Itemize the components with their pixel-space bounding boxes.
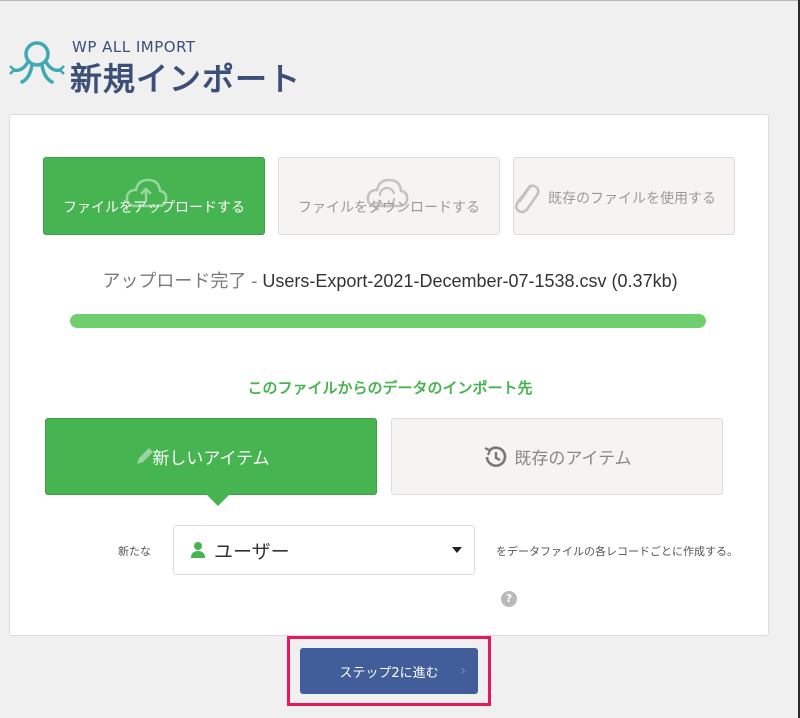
- history-icon: [484, 445, 507, 467]
- paperclip-icon: [515, 184, 540, 214]
- user-icon: [191, 542, 205, 558]
- next-step-button[interactable]: ステップ2に進む ›: [300, 648, 478, 694]
- status-separator: -: [246, 271, 263, 291]
- upload-file-label: ファイルをアップロードする: [63, 200, 245, 216]
- upload-complete-label: アップロード完了: [102, 271, 247, 291]
- help-icon[interactable]: ?: [501, 591, 517, 607]
- chevron-right-icon: ›: [460, 663, 466, 679]
- new-items-button[interactable]: 新しいアイテム: [45, 418, 377, 506]
- upload-progress-bar: [70, 314, 706, 328]
- use-existing-file-label: 既存のファイルを使用する: [548, 191, 716, 207]
- upload-file-button[interactable]: ファイルをアップロードする: [43, 157, 265, 235]
- window-top-border: [0, 0, 800, 1]
- new-items-label: 新しいアイテム: [152, 449, 270, 469]
- next-step-label: ステップ2に進む: [339, 665, 439, 681]
- download-file-label: ファイルをダウンロードする: [298, 200, 480, 216]
- chevron-down-icon: [452, 547, 462, 553]
- existing-items-label: 既存のアイテム: [514, 449, 632, 469]
- upload-status: アップロード完了 - Users-Export-2021-December-07…: [10, 267, 770, 293]
- post-type-suffix: をデータファイルの各レコードごとに作成する。: [496, 545, 738, 558]
- import-panel: ファイルをアップロードする ファイルをダウンロードする 既存のファイルを使用する…: [9, 114, 769, 636]
- selected-pointer: [206, 494, 230, 506]
- post-type-value: ユーザー: [214, 540, 290, 563]
- post-type-select[interactable]: ユーザー: [173, 525, 475, 575]
- file-size: (0.37kb): [611, 271, 678, 291]
- download-file-button[interactable]: ファイルをダウンロードする: [278, 157, 500, 235]
- octopus-logo-icon: [9, 41, 65, 84]
- existing-items-button[interactable]: 既存のアイテム: [391, 418, 723, 495]
- use-existing-file-button[interactable]: 既存のファイルを使用する: [513, 157, 735, 235]
- page-header: WP ALL IMPORT 新規インポート: [8, 36, 408, 100]
- uploaded-filename: Users-Export-2021-December-07-1538.csv: [262, 271, 607, 291]
- post-type-prefix: 新たな: [118, 545, 151, 558]
- destination-heading: このファイルからのデータのインポート先: [247, 379, 533, 397]
- upload-progress-fill: [70, 314, 706, 328]
- page-title: 新規インポート: [70, 60, 302, 98]
